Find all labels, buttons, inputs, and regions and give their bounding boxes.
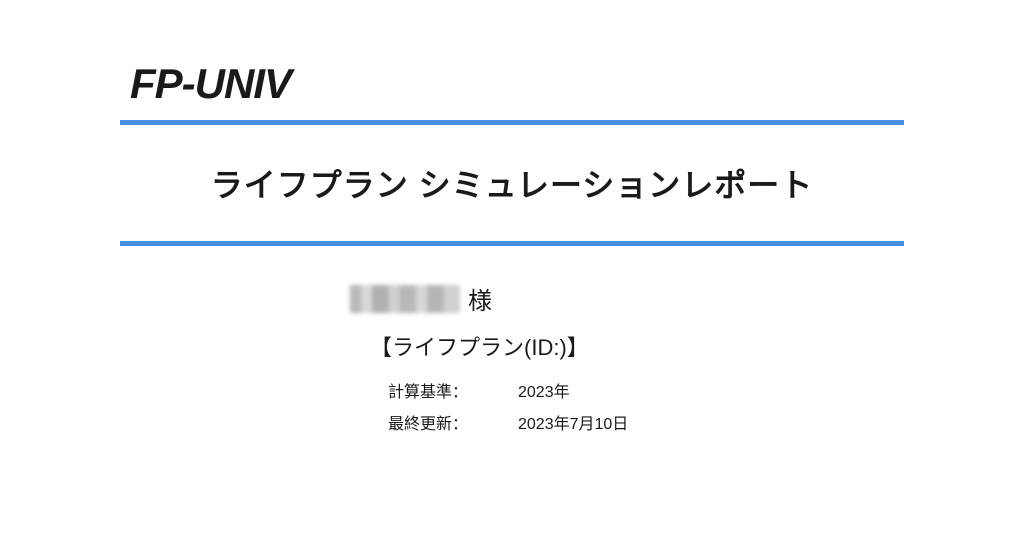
client-honorific: 様 — [468, 281, 492, 316]
client-name-redacted — [350, 285, 460, 313]
plan-id-row: 【ライフプラン(ID:)】 — [370, 330, 904, 362]
divider-bottom — [120, 241, 904, 246]
calc-basis-label: 計算基準： — [388, 378, 478, 402]
app-logo: FP-UNIV — [130, 60, 904, 108]
plan-id-suffix: )】 — [559, 335, 588, 360]
last-updated-label: 最終更新： — [388, 410, 478, 434]
client-info-section: 様 【ライフプラン(ID:)】 計算基準： 2023年 最終更新： 2023年7… — [350, 281, 904, 434]
last-updated-value: 2023年7月10日 — [518, 410, 628, 434]
meta-section: 計算基準： 2023年 最終更新： 2023年7月10日 — [388, 378, 904, 434]
report-title: ライフプラン シミュレーションレポート — [120, 125, 904, 241]
last-updated-row: 最終更新： 2023年7月10日 — [388, 410, 904, 434]
plan-id-prefix: 【ライフプラン(ID: — [370, 335, 559, 360]
calc-basis-row: 計算基準： 2023年 — [388, 378, 904, 402]
calc-basis-value: 2023年 — [518, 378, 570, 402]
client-name-row: 様 — [350, 281, 904, 316]
